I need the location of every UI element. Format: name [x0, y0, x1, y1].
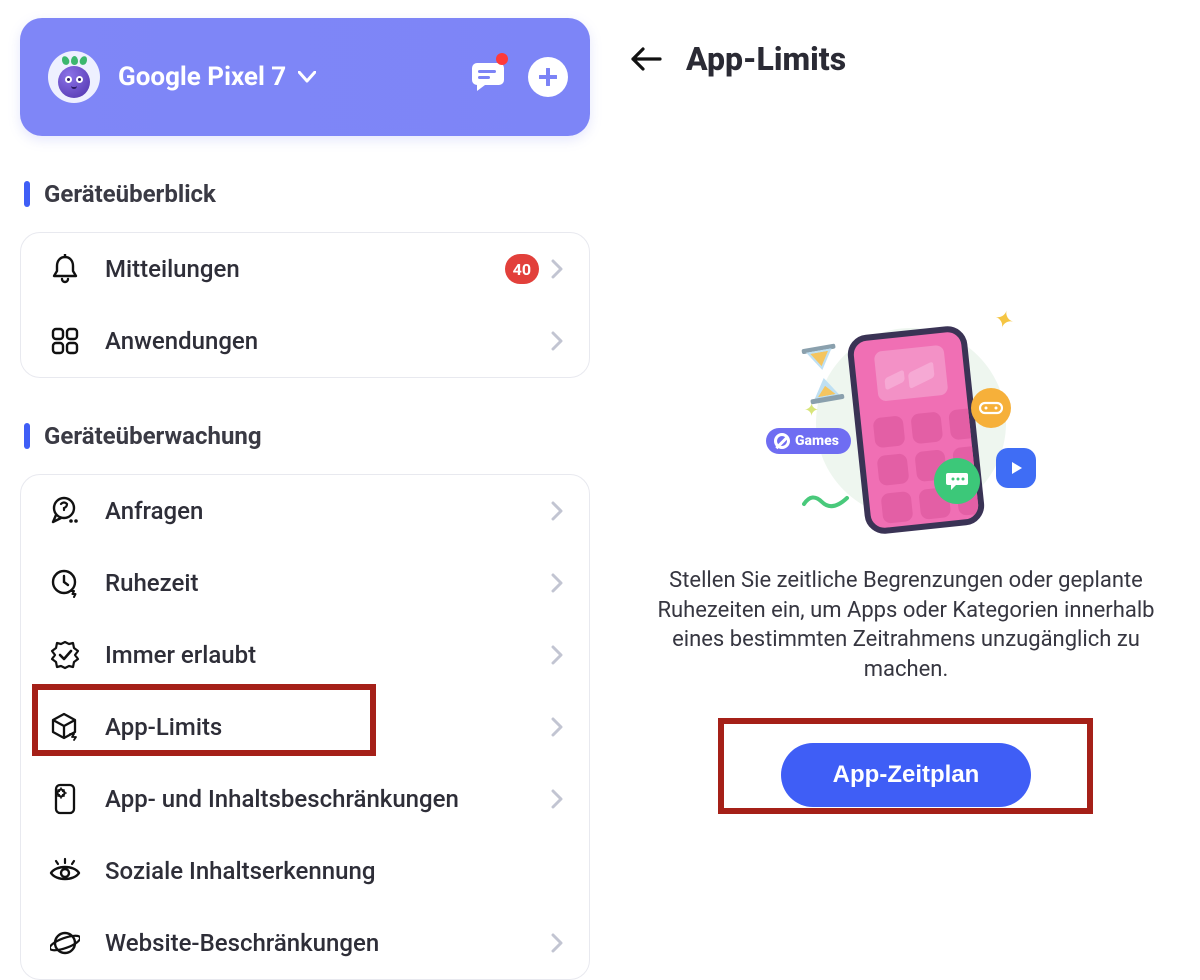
clock-icon [47, 568, 83, 598]
overview-card: Mitteilungen 40 Anwendungen [20, 232, 590, 378]
chat-icon [471, 62, 505, 92]
monitoring-card: Anfragen Ruhezeit Immer erlaubt App-Limi… [20, 474, 590, 980]
cube-timer-icon [47, 712, 83, 742]
device-header-card: Google Pixel 7 [20, 18, 590, 136]
apps-grid-icon [47, 327, 83, 355]
arrow-left-icon [630, 46, 662, 72]
requests-icon [47, 496, 83, 526]
apps-label: Anwendungen [105, 327, 258, 355]
child-avatar[interactable] [48, 51, 100, 103]
empty-state: ✦ ✦ Games [612, 308, 1200, 807]
requests-label: Anfragen [105, 497, 203, 525]
notifications-label: Mitteilungen [105, 255, 240, 283]
content-restrictions-row[interactable]: App- und Inhaltsbeschränkungen [21, 763, 589, 835]
website-restrictions-label: Website-Beschränkungen [105, 929, 379, 957]
squiggle-icon [802, 490, 852, 510]
always-allowed-row[interactable]: Immer erlaubt [21, 619, 589, 691]
app-limits-row[interactable]: App-Limits [21, 691, 589, 763]
notifications-row[interactable]: Mitteilungen 40 [21, 233, 589, 305]
games-pill-label: Games [795, 433, 839, 449]
main-panel: App-Limits ✦ ✦ [612, 40, 1200, 807]
add-button[interactable] [528, 57, 568, 97]
chat-bubble-icon [934, 458, 980, 504]
chevron-right-icon [551, 717, 563, 737]
badge-check-icon [47, 640, 83, 670]
content-restrictions-label: App- und Inhaltsbeschränkungen [105, 785, 459, 813]
plus-icon [539, 68, 557, 86]
always-allowed-label: Immer erlaubt [105, 641, 256, 669]
section-title: Geräteüberblick [44, 180, 216, 208]
section-overview-header: Geräteüberblick [24, 180, 590, 208]
chevron-right-icon [551, 573, 563, 593]
gamepad-icon [971, 388, 1011, 428]
notifications-badge: 40 [505, 254, 539, 284]
apps-row[interactable]: Anwendungen [21, 305, 589, 377]
planet-icon [47, 928, 83, 958]
messages-button[interactable] [466, 55, 510, 99]
social-detection-label: Soziale Inhaltserkennung [105, 857, 375, 885]
app-limits-illustration: ✦ ✦ Games [766, 308, 1046, 538]
main-header: App-Limits [612, 40, 1200, 78]
app-limits-label: App-Limits [105, 713, 222, 741]
device-dropdown-icon[interactable] [298, 71, 316, 83]
downtime-row[interactable]: Ruhezeit [21, 547, 589, 619]
eye-icon [47, 857, 83, 885]
empty-state-description: Stellen Sie zeitliche Begrenzungen oder … [646, 566, 1166, 685]
sidebar: Google Pixel 7 Geräteüberblic [20, 18, 590, 980]
section-accent-bar [24, 423, 30, 449]
chevron-right-icon [551, 933, 563, 953]
notification-dot-icon [496, 53, 508, 65]
chevron-right-icon [551, 501, 563, 521]
requests-row[interactable]: Anfragen [21, 475, 589, 547]
social-detection-row[interactable]: Soziale Inhaltserkennung [21, 835, 589, 907]
bell-icon [47, 254, 83, 284]
section-title: Geräteüberwachung [44, 422, 262, 450]
chevron-right-icon [551, 259, 563, 279]
section-monitoring-header: Geräteüberwachung [24, 422, 590, 450]
chevron-right-icon [551, 861, 563, 881]
page-title: App-Limits [686, 40, 846, 78]
chevron-right-icon [551, 645, 563, 665]
downtime-label: Ruhezeit [105, 569, 199, 597]
website-restrictions-row[interactable]: Website-Beschränkungen [21, 907, 589, 979]
device-name[interactable]: Google Pixel 7 [118, 62, 286, 92]
section-accent-bar [24, 181, 30, 207]
play-icon [996, 448, 1036, 488]
back-button[interactable] [630, 46, 662, 72]
app-schedule-button[interactable]: App-Zeitplan [781, 743, 1032, 807]
chevron-right-icon [551, 331, 563, 351]
games-pill: Games [766, 428, 851, 454]
phone-gear-icon [47, 783, 83, 815]
chevron-right-icon [551, 789, 563, 809]
